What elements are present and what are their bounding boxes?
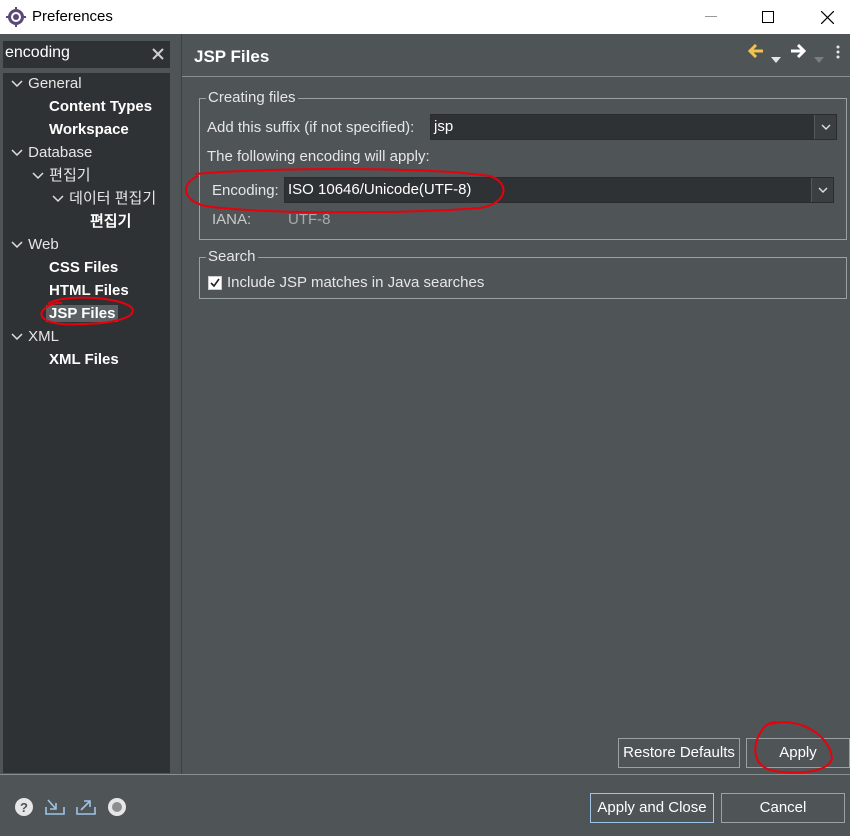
- import-icon[interactable]: [44, 797, 65, 817]
- eclipse-gear-icon: [6, 7, 26, 27]
- restore-defaults-button[interactable]: Restore Defaults: [618, 738, 740, 768]
- tree-item-label: Database: [28, 144, 93, 161]
- tree-item-xml[interactable]: XML: [10, 326, 59, 348]
- chevron-down-icon[interactable]: [814, 115, 836, 139]
- tree-item-content-types[interactable]: Content Types: [49, 96, 152, 118]
- tree-item-editor[interactable]: 편집기: [31, 165, 91, 187]
- tree-item-xml-files[interactable]: XML Files: [49, 349, 119, 371]
- page-title: JSP Files: [194, 47, 270, 66]
- group-title: Search: [206, 248, 258, 265]
- help-icon[interactable]: ?: [14, 797, 34, 817]
- tree-item-editor-leaf[interactable]: 편집기: [90, 211, 131, 233]
- encoding-note: The following encoding will apply:: [207, 148, 430, 165]
- tree-item-general[interactable]: General: [10, 73, 82, 95]
- encoding-label: Encoding:: [212, 182, 279, 199]
- button-bar: ? Apply and Close Cancel: [0, 775, 850, 836]
- close-button[interactable]: [804, 0, 850, 34]
- tree-item-label: Content Types: [49, 98, 153, 115]
- tree-item-data-editor[interactable]: 데이터 편집기: [51, 188, 156, 210]
- chevron-down-icon[interactable]: [10, 234, 24, 256]
- chevron-down-icon[interactable]: [10, 142, 24, 164]
- tree-item-label: 데이터 편집기: [69, 190, 157, 207]
- record-icon[interactable]: [107, 797, 127, 817]
- chevron-down-icon[interactable]: [10, 326, 24, 348]
- maximize-button[interactable]: [745, 0, 791, 34]
- filter-input[interactable]: encoding: [3, 41, 170, 68]
- cancel-button[interactable]: Cancel: [721, 793, 845, 823]
- tree-item-database[interactable]: Database: [10, 142, 92, 164]
- tree-item-label: XML Files: [49, 351, 119, 368]
- preferences-tree-panel: encoding General Content Types Workspace…: [0, 34, 181, 774]
- tree-item-label: 편집기: [90, 213, 132, 230]
- arrow-left-icon[interactable]: [747, 43, 764, 64]
- minimize-button[interactable]: [688, 0, 734, 34]
- tree-item-label: General: [28, 75, 82, 92]
- tree-item-html-files[interactable]: HTML Files: [49, 280, 129, 302]
- window-title: Preferences: [32, 8, 113, 25]
- preferences-tree: General Content Types Workspace Database…: [3, 73, 170, 773]
- encoding-value: ISO 10646/Unicode(UTF-8): [288, 181, 472, 198]
- forward-history-dropdown-icon[interactable]: [814, 50, 824, 70]
- tree-item-css-files[interactable]: CSS Files: [49, 257, 118, 279]
- include-jsp-label[interactable]: Include JSP matches in Java searches: [227, 274, 484, 291]
- chevron-down-icon[interactable]: [51, 188, 65, 210]
- export-icon[interactable]: [75, 797, 96, 817]
- suffix-combo[interactable]: jsp: [430, 114, 837, 140]
- tree-item-label: JSP Files: [46, 305, 119, 322]
- apply-and-close-button[interactable]: Apply and Close: [590, 793, 714, 823]
- tree-item-web[interactable]: Web: [10, 234, 59, 256]
- apply-button[interactable]: Apply: [746, 738, 850, 768]
- tree-item-label: CSS Files: [49, 259, 119, 276]
- preference-page: JSP Files Creating files Add this suffix…: [182, 34, 850, 774]
- chevron-down-icon[interactable]: [31, 165, 45, 187]
- suffix-value: jsp: [434, 118, 454, 135]
- tree-item-label: XML: [28, 328, 60, 345]
- iana-value: UTF-8: [288, 211, 331, 228]
- tree-item-label: 편집기: [49, 167, 91, 184]
- chevron-down-icon[interactable]: [811, 178, 833, 202]
- group-title: Creating files: [206, 89, 298, 106]
- filter-text: encoding: [5, 44, 70, 61]
- title-separator: [182, 76, 850, 77]
- clear-filter-icon[interactable]: [151, 47, 165, 61]
- title-bar: Preferences: [0, 0, 850, 34]
- encoding-combo[interactable]: ISO 10646/Unicode(UTF-8): [284, 177, 834, 203]
- suffix-label: Add this suffix (if not specified):: [207, 119, 415, 136]
- tree-item-jsp-files[interactable]: JSP Files: [46, 303, 119, 325]
- chevron-down-icon[interactable]: [10, 73, 24, 95]
- arrow-right-icon[interactable]: [790, 43, 807, 64]
- tree-item-workspace[interactable]: Workspace: [49, 119, 129, 141]
- tree-item-label: Workspace: [49, 121, 129, 138]
- svg-text:?: ?: [20, 800, 28, 815]
- iana-label: IANA:: [212, 211, 252, 228]
- tree-item-label: HTML Files: [49, 282, 129, 299]
- include-jsp-checkbox[interactable]: [208, 276, 222, 290]
- tree-item-label: Web: [28, 236, 59, 253]
- vertical-dots-icon[interactable]: [836, 45, 840, 65]
- back-history-dropdown-icon[interactable]: [771, 50, 781, 70]
